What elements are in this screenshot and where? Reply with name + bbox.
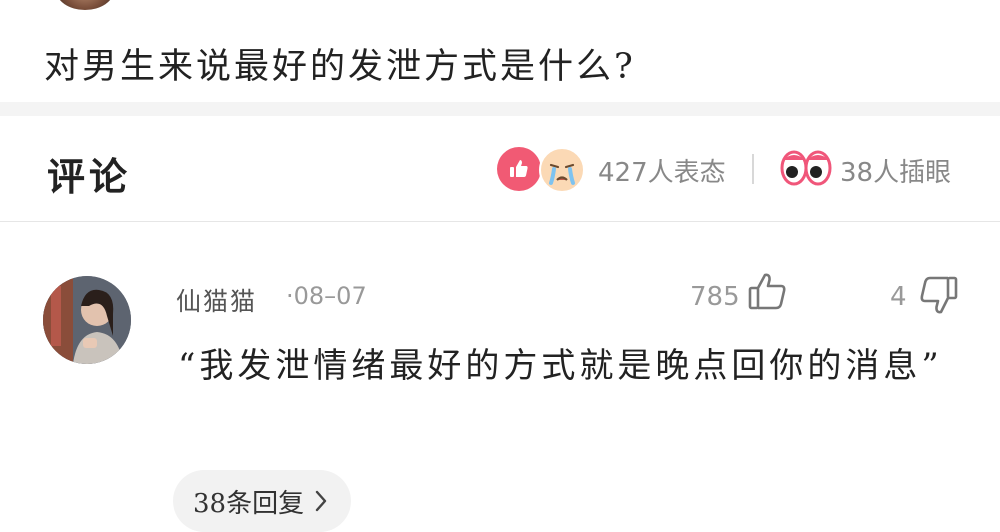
thumb-up-outline-icon[interactable] [746, 270, 790, 314]
post-author-avatar[interactable] [56, 0, 114, 10]
header-separator [752, 154, 754, 184]
chevron-right-icon [315, 490, 327, 512]
comment-item: 仙猫猫 ·08–07 785 4 “我发泄情绪最好的方式就是晚点回你的消息” 3… [0, 222, 1000, 532]
comment-date: ·08–07 [286, 282, 367, 310]
thumb-down-outline-icon[interactable] [916, 274, 960, 318]
post-question: 对男生来说最好的发泄方式是什么? [44, 47, 636, 87]
comment-like-count: 785 [690, 282, 740, 312]
commenter-avatar[interactable] [43, 276, 131, 364]
reaction-count[interactable]: 427人表态 [598, 152, 726, 189]
comment-body: “我发泄情绪最好的方式就是晚点回你的消息” [178, 346, 943, 386]
comment-username[interactable]: 仙猫猫 [176, 282, 257, 318]
crying-face-icon [539, 147, 585, 193]
reaction-icons[interactable] [497, 144, 593, 194]
section-divider [0, 102, 1000, 116]
eyes-count[interactable]: 38人插眼 [840, 152, 951, 189]
comment-dislike-count: 4 [890, 282, 907, 312]
comments-title: 评论 [47, 154, 132, 199]
eyes-icon[interactable] [780, 146, 832, 190]
replies-label: 38条回复 [193, 488, 305, 519]
thumbs-up-icon [497, 147, 541, 191]
comments-header: 评论 427人表态 38人插眼 [0, 116, 1000, 222]
replies-button[interactable]: 38条回复 [173, 470, 351, 532]
